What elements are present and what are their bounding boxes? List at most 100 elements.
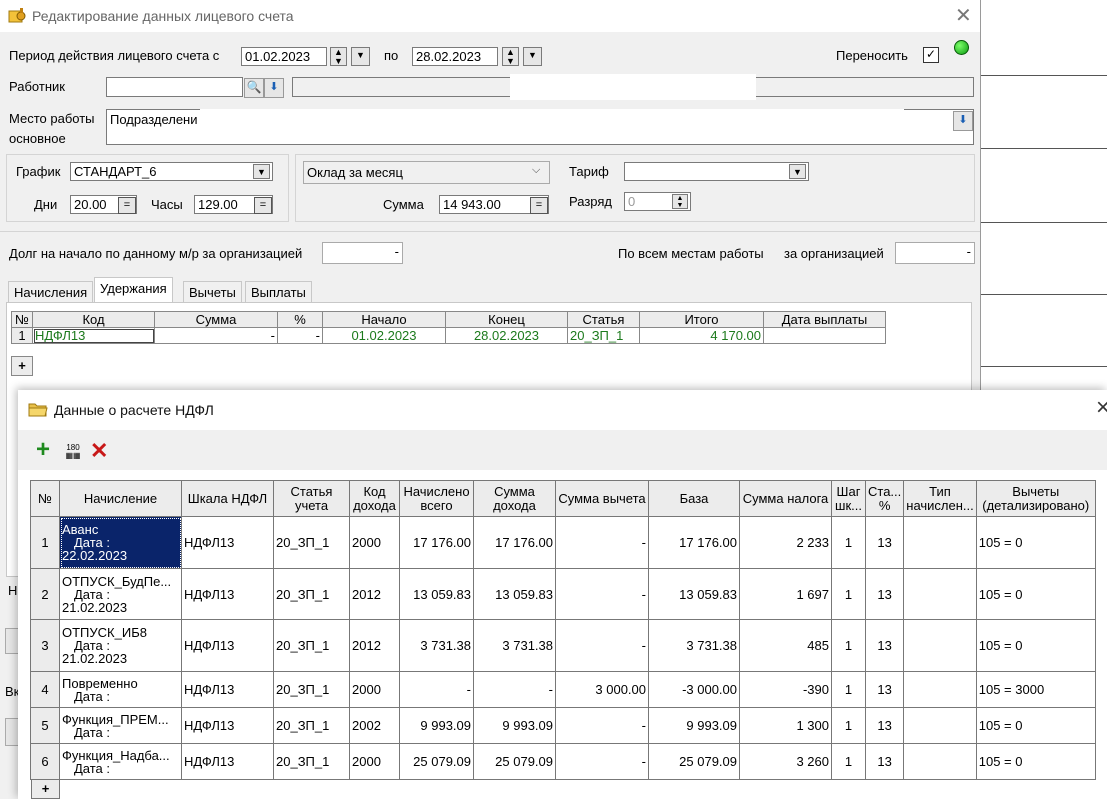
cell-income-code[interactable]: 2012 xyxy=(349,619,400,672)
cell-accrual[interactable]: Повременно Дата : xyxy=(59,671,182,708)
cell-deduction[interactable]: - xyxy=(555,619,649,672)
tariff-field[interactable] xyxy=(624,162,809,181)
cell-article[interactable]: 20_ЗП_1 xyxy=(273,707,350,744)
cell-income[interactable]: 13 059.83 xyxy=(473,568,556,620)
ndfl-add-row-button[interactable]: + xyxy=(31,779,60,799)
cell-scale[interactable]: НДФЛ13 xyxy=(181,568,274,620)
cell-deductions-detail[interactable]: 105 = 0 xyxy=(975,707,1096,744)
col-end[interactable]: Конец xyxy=(445,311,568,328)
cell-income-code[interactable]: 2000 xyxy=(349,743,400,780)
hdr-base[interactable]: База xyxy=(648,480,740,517)
cell-article[interactable]: 20_ЗП_1 xyxy=(273,671,350,708)
cell-total[interactable]: 4 170.00 xyxy=(639,327,764,344)
cell-rate[interactable]: 13 xyxy=(864,671,905,708)
cell-paydate[interactable] xyxy=(763,327,886,344)
cell-deduction[interactable]: - xyxy=(555,707,649,744)
cell-tax[interactable]: 2 233 xyxy=(739,516,832,569)
cell-income[interactable]: 17 176.00 xyxy=(473,516,556,569)
worker-dropdown-icon[interactable]: ⬇ xyxy=(264,78,284,98)
cell-scale[interactable]: НДФЛ13 xyxy=(181,707,274,744)
cell-income-code[interactable]: 2000 xyxy=(349,671,400,708)
cell-scale[interactable]: НДФЛ13 xyxy=(181,516,274,569)
hours-calc-button[interactable]: = xyxy=(254,197,272,214)
cell-step[interactable]: 1 xyxy=(831,743,866,780)
cell-rate[interactable]: 13 xyxy=(864,619,905,672)
cell-rate[interactable]: 13 xyxy=(864,743,905,780)
cell-income[interactable]: 3 731.38 xyxy=(473,619,556,672)
tab-payments[interactable]: Выплаты xyxy=(245,281,312,303)
cell-income-code[interactable]: 2000 xyxy=(349,516,400,569)
cell-article[interactable]: 20_ЗП_1 xyxy=(273,743,350,780)
sum-calc-button[interactable]: = xyxy=(530,197,548,214)
cell-income[interactable]: 9 993.09 xyxy=(473,707,556,744)
cell-tax[interactable]: -390 xyxy=(739,671,832,708)
cell-accrued[interactable]: 9 993.09 xyxy=(399,707,474,744)
cell-accrual[interactable]: Функция_Надба... Дата : xyxy=(59,743,182,780)
period-to-field[interactable]: 28.02.2023 xyxy=(412,47,498,66)
cell-deductions-detail[interactable]: 105 = 0 xyxy=(975,516,1096,569)
col-total[interactable]: Итого xyxy=(639,311,764,328)
cell-scale[interactable]: НДФЛ13 xyxy=(181,619,274,672)
cell-accrued[interactable]: - xyxy=(399,671,474,708)
period-from-dropdown[interactable]: ▼ xyxy=(351,47,370,66)
cell-rate[interactable]: 13 xyxy=(864,516,905,569)
hdr-deduction[interactable]: Сумма вычета xyxy=(555,480,649,517)
hdr-tax[interactable]: Сумма налога xyxy=(739,480,832,517)
col-pct[interactable]: % xyxy=(277,311,323,328)
cell-scale[interactable]: НДФЛ13 xyxy=(181,743,274,780)
cell-accrued[interactable]: 3 731.38 xyxy=(399,619,474,672)
cell-step[interactable]: 1 xyxy=(831,516,866,569)
cell-start[interactable]: 01.02.2023 xyxy=(322,327,446,344)
grade-spinner[interactable]: ▲ ▼ xyxy=(672,194,688,209)
cell-accrued[interactable]: 13 059.83 xyxy=(399,568,474,620)
cell-type[interactable] xyxy=(903,707,977,744)
cell-base[interactable]: 3 731.38 xyxy=(648,619,740,672)
cell-accrual[interactable]: ОТПУСК_ИБ8 Дата :21.02.2023 xyxy=(59,619,182,672)
cell-type[interactable] xyxy=(903,671,977,708)
cell-article[interactable]: 20_ЗП_1 xyxy=(273,568,350,620)
cell-income-code[interactable]: 2012 xyxy=(349,568,400,620)
cell-pct[interactable]: - xyxy=(277,327,323,344)
table-row[interactable]: 1 Аванс Дата :22.02.2023 НДФЛ13 20_ЗП_1 2000 1… xyxy=(30,516,1096,569)
worker-field[interactable] xyxy=(106,77,243,97)
cell-tax[interactable]: 1 697 xyxy=(739,568,832,620)
pay-type-select[interactable]: Оклад за месяц xyxy=(303,161,550,184)
hdr-type[interactable]: Тип начислен... xyxy=(903,480,977,517)
cell-article[interactable]: 20_ЗП_1 xyxy=(273,619,350,672)
hdr-accrued[interactable]: Начислено всего xyxy=(399,480,474,517)
add-plus-icon[interactable]: + xyxy=(36,436,50,464)
schedule-field[interactable]: СТАНДАРТ_6 xyxy=(70,162,273,181)
hdr-deductions-detail[interactable]: Вычеты (детализировано) xyxy=(975,480,1096,517)
ndfl-dialog-close-icon[interactable]: × xyxy=(1096,394,1107,422)
cell-deductions-detail[interactable]: 105 = 3000 xyxy=(975,671,1096,708)
cell-type[interactable] xyxy=(903,619,977,672)
cell-rate[interactable]: 13 xyxy=(864,568,905,620)
transfer-checkbox[interactable]: ✓ xyxy=(923,47,939,63)
cell-deduction[interactable]: - xyxy=(555,743,649,780)
cell-accrued[interactable]: 25 079.09 xyxy=(399,743,474,780)
tab-deductions-withheld[interactable]: Удержания xyxy=(94,277,173,302)
account-edit-close-icon[interactable]: ✕ xyxy=(955,3,972,28)
cell-type[interactable] xyxy=(903,516,977,569)
withholdings-add-row-button[interactable]: + xyxy=(11,356,33,376)
col-article[interactable]: Статья xyxy=(567,311,640,328)
cell-income[interactable]: 25 079.09 xyxy=(473,743,556,780)
cell-step[interactable]: 1 xyxy=(831,568,866,620)
cell-accrual[interactable]: ОТПУСК_БудПе... Дата :21.02.2023 xyxy=(59,568,182,620)
period-from-field[interactable]: 01.02.2023 xyxy=(241,47,327,66)
hdr-income[interactable]: Сумма дохода xyxy=(473,480,556,517)
cell-base[interactable]: 25 079.09 xyxy=(648,743,740,780)
workplace-dropdown-icon[interactable]: ⬇ xyxy=(953,111,973,131)
calc-grid-icon[interactable]: 180 ▦▦ xyxy=(62,444,84,464)
cell-deduction[interactable]: - xyxy=(555,568,649,620)
cell-base[interactable]: 13 059.83 xyxy=(648,568,740,620)
tab-tax-deductions[interactable]: Вычеты xyxy=(183,281,242,303)
col-sum[interactable]: Сумма xyxy=(154,311,278,328)
cell-deductions-detail[interactable]: 105 = 0 xyxy=(975,568,1096,620)
table-row[interactable]: 1 НДФЛ13 - - 01.02.2023 28.02.2023 20_ЗП… xyxy=(11,327,886,344)
cell-base[interactable]: -3 000.00 xyxy=(648,671,740,708)
cell-code[interactable]: НДФЛ13 xyxy=(32,327,155,344)
cell-step[interactable]: 1 xyxy=(831,707,866,744)
cell-accrual[interactable]: Аванс Дата :22.02.2023 xyxy=(59,516,182,569)
cell-accrued[interactable]: 17 176.00 xyxy=(399,516,474,569)
